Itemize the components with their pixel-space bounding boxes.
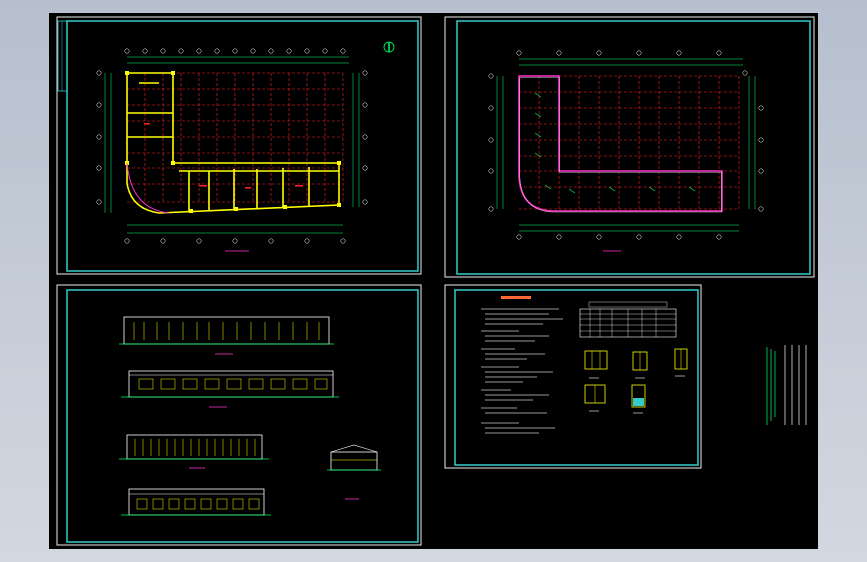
- sheet-floor-plan[interactable]: [56, 16, 422, 275]
- notes-title: [501, 296, 531, 299]
- sheet-outer-border: [444, 16, 815, 278]
- window-details: [584, 348, 688, 414]
- sheet-outer-border: [56, 284, 422, 546]
- dimension-lines: [496, 58, 756, 232]
- roof-outline: [518, 75, 723, 212]
- elevation-2: [121, 370, 339, 408]
- sheet-outer-border: [56, 16, 422, 275]
- sheet-inner-border: [66, 289, 419, 543]
- structural-grid: [519, 75, 740, 210]
- notes-text-lines: [481, 308, 563, 434]
- title-strip: [57, 20, 68, 92]
- section-view: [327, 444, 381, 500]
- room-tags: [144, 123, 303, 189]
- sheet-roof-plan[interactable]: [444, 16, 815, 278]
- cad-canvas[interactable]: [49, 13, 818, 549]
- door-window-table: [579, 301, 677, 338]
- sheet-inner-border: [454, 289, 699, 466]
- side-annotation: [766, 347, 776, 425]
- cad-drawing: [56, 16, 815, 546]
- elevation-4: [121, 488, 271, 516]
- elevation-3: [119, 434, 269, 469]
- side-annotation-2: [784, 345, 807, 425]
- elevation-1: [119, 316, 334, 355]
- sheet-outer-border: [444, 284, 702, 469]
- sheet-design-notes[interactable]: [444, 284, 702, 469]
- sheet-elevations[interactable]: [56, 284, 422, 546]
- north-arrow-icon: [383, 41, 395, 53]
- sheet-inner-border: [66, 20, 419, 272]
- grid-bubbles: [96, 48, 368, 244]
